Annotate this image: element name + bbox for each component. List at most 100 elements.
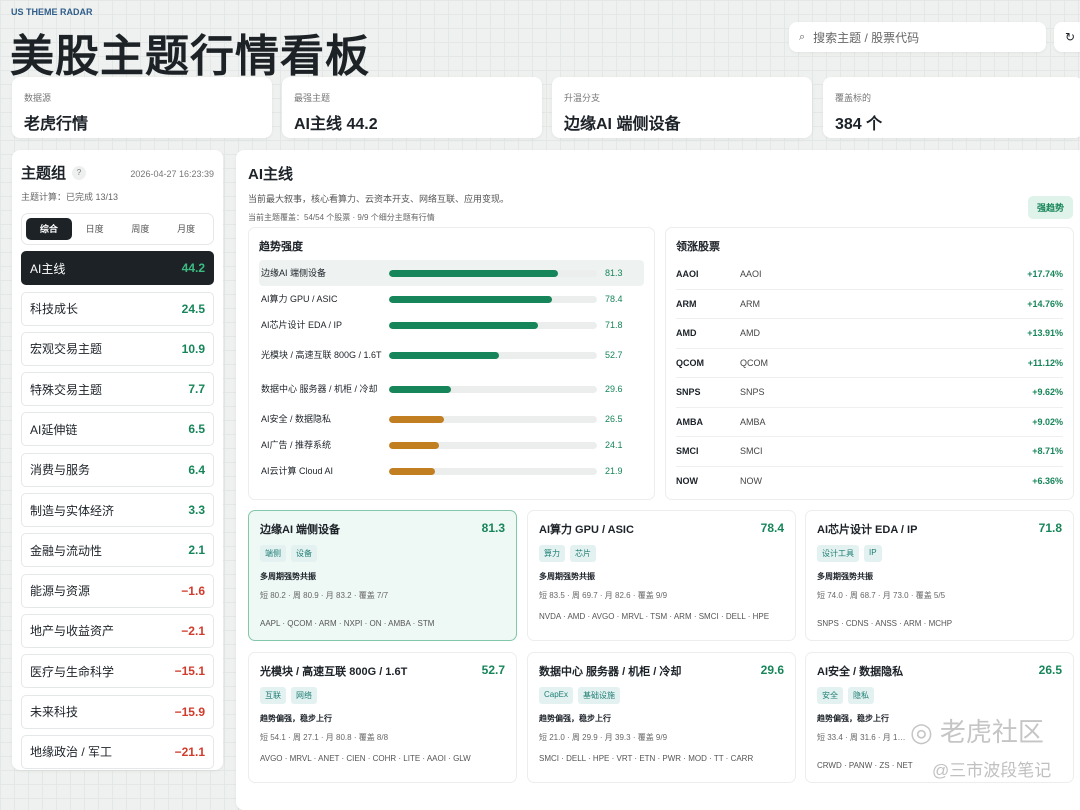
group-name: AI延伸链 — [30, 422, 78, 437]
refresh-button[interactable]: ↻ — [1054, 22, 1080, 52]
card-tag: 算力 — [539, 545, 565, 562]
card-tag: 芯片 — [570, 545, 596, 562]
card-tag: 端侧 — [260, 545, 286, 562]
sidebar-group-item[interactable]: 地产与收益资产 −2.1 — [21, 613, 214, 648]
trend-bar — [389, 295, 597, 303]
watermark-author: @三市波段笔记 — [932, 761, 1052, 780]
sidebar-group-item[interactable]: 特殊交易主题 7.7 — [21, 372, 214, 407]
card-metrics: 短 74.0 · 周 68.7 · 月 73.0 · 覆盖 5/5 — [817, 591, 946, 600]
subtheme-card[interactable]: 数据中心 服务器 / 机柜 / 冷却 29.6 CapEx 基础设施 趋势偏强，稳步上行… — [527, 652, 796, 783]
timestamp: 2026-04-27 16:23:39 — [130, 169, 214, 179]
card-tag: 隐私 — [848, 687, 874, 704]
stat-label: 数据源 — [24, 93, 52, 103]
sidebar-group-item[interactable]: 消费与服务 6.4 — [21, 452, 214, 487]
tab-period[interactable]: 周度 — [118, 218, 164, 240]
leader-ticker: ARM — [676, 298, 697, 309]
group-name: 金融与流动性 — [30, 543, 103, 558]
leader-name: QCOM — [740, 357, 768, 368]
trend-value: 24.1 — [605, 440, 623, 450]
card-tag: 设备 — [291, 545, 317, 562]
trend-row[interactable]: AI广告 / 推荐系统 24.1 — [259, 432, 644, 458]
leader-ticker: SMCI — [676, 446, 699, 457]
sidebar-group-item[interactable]: AI主线 44.2 — [21, 251, 214, 286]
sidebar-group-item[interactable]: 能源与资源 −1.6 — [21, 573, 214, 608]
leader-name: AAOI — [740, 269, 762, 280]
theme-description: 当前最大叙事，核心看算力、云资本开支、网络互联、应用变现。 — [248, 194, 510, 204]
trend-row[interactable]: 数据中心 服务器 / 机柜 / 冷却 29.6 — [259, 372, 644, 406]
search-input[interactable]: ⌕ 搜索主题 / 股票代码 — [789, 22, 1046, 52]
stat-card: 最强主题 AI主线 44.2 — [282, 77, 542, 138]
leader-name: ARM — [740, 298, 760, 309]
card-tickers: AVGO · MRVL · ANET · CIEN · COHR · LITE … — [260, 754, 471, 763]
trend-row[interactable]: 边缘AI 端侧设备 81.3 — [259, 260, 644, 286]
group-score: −15.1 — [174, 664, 205, 679]
group-score: 3.3 — [188, 503, 205, 518]
leader-row[interactable]: SMCI SMCI +8.71% — [676, 437, 1063, 467]
leader-row[interactable]: NOW NOW +6.36% — [676, 467, 1063, 497]
group-name: 宏观交易主题 — [30, 342, 103, 357]
subtheme-card[interactable]: 光模块 / 高速互联 800G / 1.6T 52.7 互联 网络 趋势偏强，稳步上行短… — [248, 652, 517, 783]
leader-row[interactable]: ARM ARM +14.76% — [676, 290, 1063, 319]
card-status: 趋势偏强，稳步上行 — [260, 714, 332, 723]
tab-period[interactable]: 综合 — [26, 218, 72, 240]
card-score: 26.5 — [1038, 663, 1062, 677]
leader-name: AMD — [740, 328, 760, 339]
trend-value: 52.7 — [605, 350, 623, 360]
card-title: AI算力 GPU / ASIC — [539, 524, 634, 536]
group-score: −1.6 — [181, 583, 205, 598]
trend-row[interactable]: 光模块 / 高速互联 800G / 1.6T 52.7 — [259, 338, 644, 372]
trend-name: 光模块 / 高速互联 800G / 1.6T — [261, 349, 382, 360]
subtheme-card[interactable]: AI芯片设计 EDA / IP 71.8 设计工具 IP 多周期强势共振短 74.0 ·… — [805, 510, 1074, 641]
trend-name: 边缘AI 端侧设备 — [261, 267, 327, 278]
trend-row[interactable]: AI云计算 Cloud AI 21.9 — [259, 458, 644, 484]
trend-bar-fill — [389, 321, 539, 329]
sidebar-group-item[interactable]: 宏观交易主题 10.9 — [21, 331, 214, 366]
group-name: 特殊交易主题 — [30, 382, 103, 397]
trend-name: 数据中心 服务器 / 机柜 / 冷却 — [261, 383, 378, 394]
leader-change: +14.76% — [1027, 298, 1063, 309]
card-tickers: SMCI · DELL · HPE · VRT · ETN · PWR · MO… — [539, 754, 754, 763]
sidebar-group-item[interactable]: 医疗与生命科学 −15.1 — [21, 654, 214, 689]
leader-row[interactable]: QCOM QCOM +11.12% — [676, 349, 1063, 378]
period-tabs: 综合 日度 周度 月度 — [21, 213, 214, 245]
leader-ticker: QCOM — [676, 357, 704, 368]
trend-badge: 强趋势 — [1028, 196, 1074, 219]
stat-label: 最强主题 — [294, 93, 331, 103]
help-icon[interactable]: ? — [72, 166, 87, 180]
subtheme-card[interactable]: AI算力 GPU / ASIC 78.4 算力 芯片 多周期强势共振短 83.5 · 周… — [527, 510, 796, 641]
sidebar-group-item[interactable]: AI延伸链 6.5 — [21, 412, 214, 447]
stat-label: 升温分支 — [564, 93, 601, 103]
card-tag: 互联 — [260, 687, 286, 704]
trend-row[interactable]: AI芯片设计 EDA / IP 71.8 — [259, 312, 644, 338]
sidebar-group-item[interactable]: 科技成长 24.5 — [21, 291, 214, 326]
theme-title: AI主线 — [248, 166, 294, 183]
card-tag: 网络 — [291, 687, 317, 704]
card-score: 29.6 — [760, 663, 784, 677]
tab-period[interactable]: 日度 — [72, 218, 118, 240]
sidebar-group-item[interactable]: 金融与流动性 2.1 — [21, 533, 214, 568]
trend-row[interactable]: AI算力 GPU / ASIC 78.4 — [259, 286, 644, 312]
leader-row[interactable]: SNPS SNPS +9.62% — [676, 378, 1063, 408]
stat-card: 升温分支 边缘AI 端侧设备 — [552, 77, 812, 138]
theme-group-sidebar: 主题组? 2026-04-27 16:23:39 主题计算：已完成 13/13 … — [12, 150, 223, 770]
leader-row[interactable]: AAOI AAOI +17.74% — [676, 260, 1063, 290]
sidebar-group-item[interactable]: 未来科技 −15.9 — [21, 694, 214, 729]
subtheme-card[interactable]: 边缘AI 端侧设备 81.3 端侧 设备 多周期强势共振短 80.2 · 周 80.9 … — [248, 510, 517, 641]
trend-value: 21.9 — [605, 466, 623, 476]
leader-row[interactable]: AMBA AMBA +9.02% — [676, 408, 1063, 437]
card-title: 光模块 / 高速互联 800G / 1.6T — [260, 666, 408, 678]
group-name: 制造与实体经济 — [30, 503, 115, 518]
brand-label: US THEME RADAR — [11, 7, 93, 17]
group-name: 消费与服务 — [30, 463, 91, 478]
leader-row[interactable]: AMD AMD +13.91% — [676, 319, 1063, 349]
leader-name: AMBA — [740, 416, 766, 427]
group-score: 2.1 — [188, 543, 205, 558]
leaders-title: 领涨股票 — [676, 241, 720, 253]
trend-row[interactable]: AI安全 / 数据隐私 26.5 — [259, 406, 644, 432]
card-score: 52.7 — [481, 663, 505, 677]
sidebar-group-item[interactable]: 制造与实体经济 3.3 — [21, 493, 214, 528]
tab-period[interactable]: 月度 — [163, 218, 209, 240]
sidebar-group-item[interactable]: 地缘政治 / 军工 −21.1 — [21, 734, 214, 769]
trend-bar — [389, 385, 597, 393]
leader-name: SNPS — [740, 387, 765, 398]
